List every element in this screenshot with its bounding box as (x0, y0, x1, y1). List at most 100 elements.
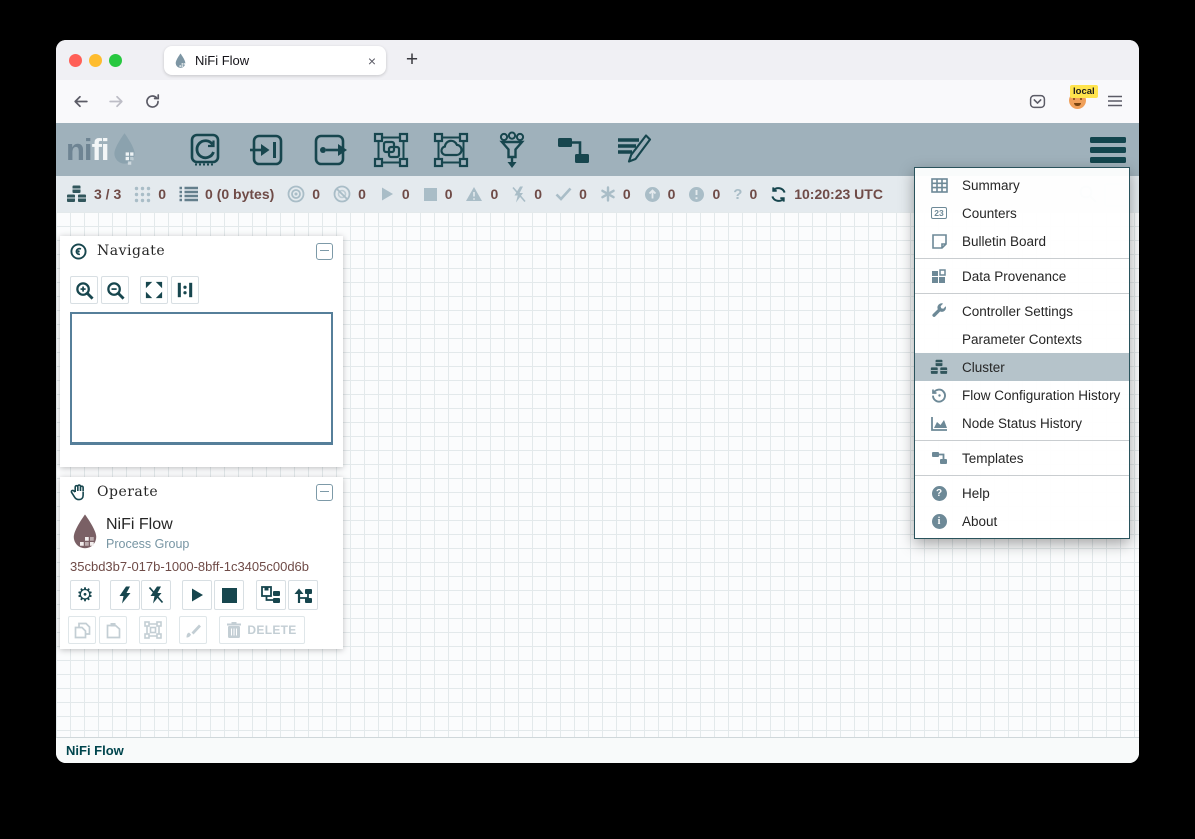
collapse-operate-button[interactable] (316, 484, 333, 501)
refresh-time: 10:20:23 UTC (794, 186, 883, 202)
refresh-icon[interactable] (770, 186, 787, 203)
browser-menu-icon[interactable] (1107, 94, 1123, 113)
status-invalid: 0 (465, 186, 498, 202)
process-group-component-icon[interactable] (372, 131, 410, 174)
trash-icon (227, 622, 241, 638)
status-queued: 0 (0 bytes) (179, 186, 274, 202)
paste-button[interactable] (99, 616, 127, 644)
back-icon[interactable] (72, 93, 89, 115)
menu-item-templates[interactable]: Templates (915, 444, 1129, 472)
menu-item-data-provenance[interactable]: Data Provenance (915, 262, 1129, 290)
menu-item-cluster[interactable]: Cluster (915, 353, 1129, 381)
hand-pointer-icon (70, 483, 87, 501)
browser-window: NiFi Flow × + 192.168 (56, 40, 1139, 763)
menu-item-bulletin-board[interactable]: Bulletin Board (915, 227, 1129, 255)
processor-component-icon[interactable] (186, 131, 224, 174)
asterisk-icon (600, 186, 616, 202)
group-icon (144, 621, 162, 639)
browser-tab[interactable]: NiFi Flow × (164, 46, 386, 75)
input-port-component-icon[interactable] (248, 131, 286, 174)
stop-icon (423, 187, 438, 202)
label-component-icon[interactable] (614, 131, 652, 174)
disable-button[interactable] (141, 580, 171, 610)
status-stale: 0 (644, 186, 676, 203)
status-clustered-nodes: 3 / 3 (66, 185, 121, 203)
navigate-panel: Navigate (60, 236, 343, 467)
copy-button[interactable] (68, 616, 96, 644)
operate-panel: Operate NiFi Flow Process Group 35cbd3b7… (60, 477, 343, 649)
exclamation-circle-icon (688, 186, 705, 203)
stop-button[interactable] (214, 580, 244, 610)
close-tab-icon[interactable]: × (368, 53, 376, 69)
selected-flow-type: Process Group (106, 537, 189, 551)
menu-item-help[interactable]: ? Help (915, 479, 1129, 507)
funnel-component-icon[interactable] (493, 131, 531, 174)
global-menu-icon[interactable] (1090, 137, 1126, 170)
not-transmitting-icon (333, 185, 351, 203)
menu-item-node-status-history[interactable]: Node Status History (915, 409, 1129, 437)
desktop: NiFi Flow × + 192.168 (0, 0, 1195, 839)
transmitting-icon (287, 185, 305, 203)
status-refresh: 10:20:23 UTC (770, 186, 883, 203)
breadcrumb-bar: NiFi Flow (56, 737, 1139, 763)
remote-process-group-component-icon[interactable] (432, 131, 470, 174)
save-template-icon (261, 586, 281, 604)
table-icon (929, 178, 949, 193)
menu-item-about[interactable]: i About (915, 507, 1129, 535)
menu-item-summary[interactable]: Summary (915, 171, 1129, 199)
menu-item-parameter-contexts[interactable]: Parameter Contexts (915, 325, 1129, 353)
browser-navbar: 192.168.40.11:8080/nifi/ local (56, 80, 1139, 123)
reload-icon[interactable] (144, 93, 161, 115)
status-transmitting: 0 (287, 185, 320, 203)
group-button[interactable] (139, 616, 167, 644)
status-locally-modified-stale: 0 (688, 186, 720, 203)
forward-icon[interactable] (108, 93, 125, 115)
collapse-navigate-button[interactable] (316, 243, 333, 260)
zoom-in-button[interactable] (70, 276, 98, 304)
tab-title: NiFi Flow (195, 53, 368, 68)
output-port-component-icon[interactable] (311, 131, 349, 174)
zoom-out-button[interactable] (101, 276, 129, 304)
bolt-slash-icon (148, 586, 164, 604)
sticky-note-icon (929, 234, 949, 249)
process-group-id: 35cbd3b7-017b-1000-8bff-1c3405c00d6b (70, 559, 309, 574)
start-button[interactable] (182, 580, 212, 610)
color-button[interactable] (179, 616, 207, 644)
delete-button[interactable]: DELETE (219, 616, 305, 644)
zoom-actual-size-button[interactable] (171, 276, 199, 304)
status-stopped: 0 (423, 186, 453, 202)
compass-icon (70, 243, 87, 260)
menu-divider (915, 440, 1129, 441)
process-group-drop-icon (70, 513, 100, 551)
upload-template-button[interactable] (288, 580, 318, 610)
create-template-button[interactable] (256, 580, 286, 610)
template-icon (929, 450, 949, 466)
menu-item-flow-configuration-history[interactable]: Flow Configuration History (915, 381, 1129, 409)
zoom-fit-button[interactable] (140, 276, 168, 304)
extension-icon[interactable]: local (1069, 92, 1086, 109)
status-sync-failure: ? 0 (733, 186, 757, 203)
nifi-drop-icon (111, 132, 138, 166)
operate-title: Operate (97, 484, 316, 500)
threads-icon (134, 186, 151, 203)
menu-item-controller-settings[interactable]: Controller Settings (915, 297, 1129, 325)
birdseye-map[interactable] (70, 312, 333, 445)
pocket-icon[interactable] (1029, 93, 1046, 115)
navigate-header: Navigate (60, 236, 343, 266)
breadcrumb[interactable]: NiFi Flow (66, 743, 124, 758)
minimize-window-button[interactable] (89, 54, 102, 67)
new-tab-button[interactable]: + (398, 43, 426, 76)
status-locally-modified: 0 (600, 186, 631, 202)
bolt-slash-icon (511, 186, 527, 203)
info-icon: i (929, 514, 949, 529)
menu-divider (915, 293, 1129, 294)
wrench-icon (929, 303, 949, 319)
paste-icon (106, 622, 121, 639)
close-window-button[interactable] (69, 54, 82, 67)
template-component-icon[interactable] (554, 131, 592, 174)
zoom-window-button[interactable] (109, 54, 122, 67)
extension-badge: local (1070, 85, 1098, 98)
configuration-button[interactable]: ⚙ (70, 580, 100, 610)
enable-button[interactable] (110, 580, 140, 610)
menu-item-counters[interactable]: 23 Counters (915, 199, 1129, 227)
